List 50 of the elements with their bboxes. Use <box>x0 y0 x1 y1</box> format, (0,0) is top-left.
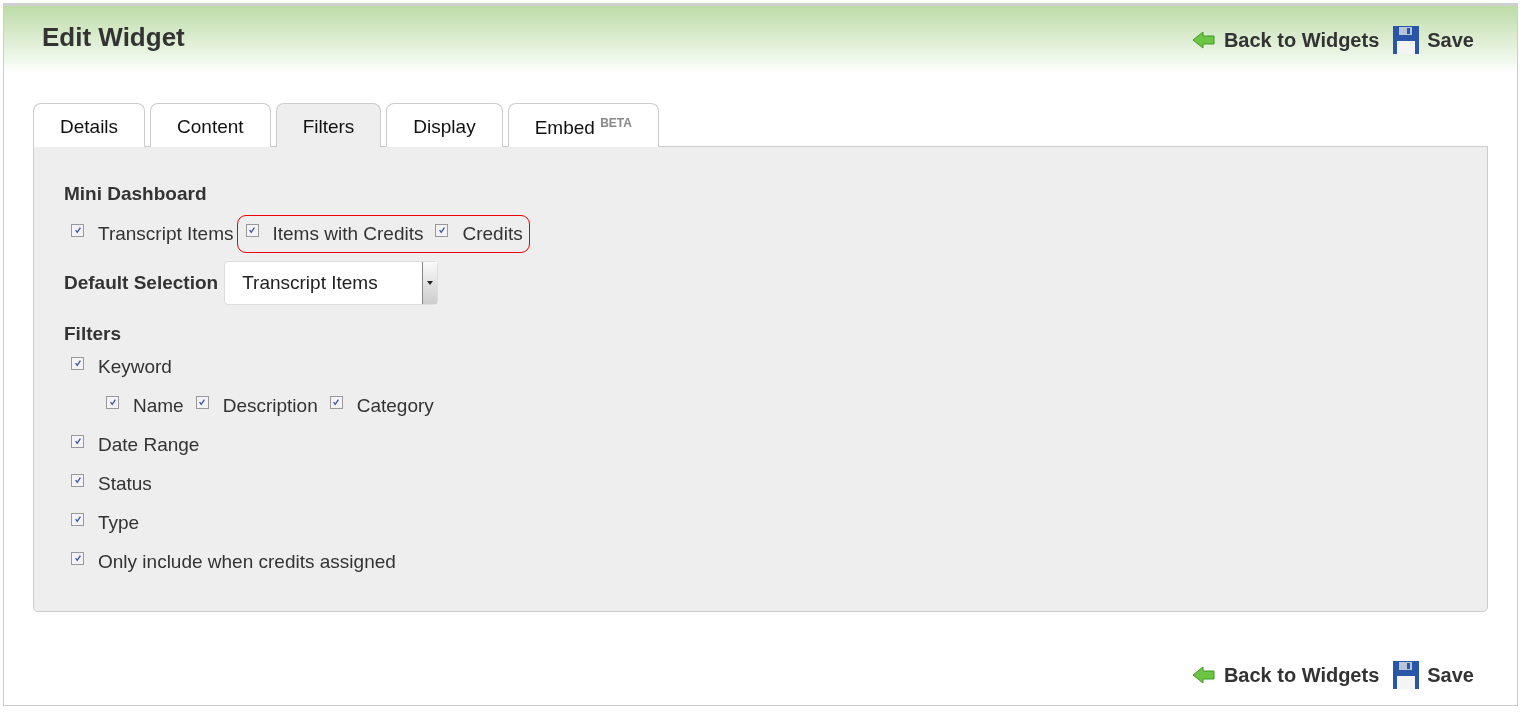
checkbox[interactable] <box>71 356 84 370</box>
checkbox-label: Status <box>98 473 152 495</box>
checkbox[interactable] <box>329 395 343 409</box>
checkbox-label: Only include when credits assigned <box>98 551 396 573</box>
tab[interactable]: Embed $^{BETA}$ <box>507 103 659 147</box>
back-link[interactable]: Back to Widgets <box>1191 28 1380 52</box>
left-arrow-icon <box>1191 665 1216 685</box>
left-arrow-icon <box>1191 30 1216 50</box>
back-link[interactable]: Back to Widgets <box>1191 663 1380 687</box>
check-icon <box>438 226 446 234</box>
checkbox[interactable] <box>71 223 84 237</box>
checkbox-label: Description <box>222 395 318 417</box>
tab[interactable]: Content <box>150 103 271 147</box>
tab[interactable]: Filters <box>275 103 382 147</box>
tab[interactable]: Display <box>386 103 503 147</box>
checkbox[interactable] <box>435 223 449 237</box>
checkbox[interactable] <box>195 395 209 409</box>
checkbox-label: Date Range <box>98 434 200 456</box>
check-icon <box>198 398 207 406</box>
save-link[interactable]: Save <box>1393 26 1474 54</box>
check-icon <box>73 515 82 523</box>
checkbox-label: Name <box>133 395 184 417</box>
check-icon <box>108 398 117 406</box>
check-icon <box>73 437 82 445</box>
checkbox-label: Transcript Items <box>98 223 234 245</box>
check-icon <box>248 226 256 234</box>
check-icon <box>73 226 82 234</box>
checkbox-label: Credits <box>462 223 523 245</box>
checkbox[interactable] <box>71 551 84 565</box>
field-label: Default Selection <box>64 272 219 294</box>
check-icon <box>332 398 341 406</box>
check-icon <box>73 359 82 367</box>
save-link[interactable]: Save <box>1393 661 1474 689</box>
page-title: Edit Widget <box>42 21 185 53</box>
checkbox-label: Keyword <box>98 356 172 378</box>
checkbox-label: Type <box>98 512 140 534</box>
dropdown[interactable]: Transcript Items <box>224 261 439 305</box>
checkbox-label: Category <box>356 395 434 417</box>
checkbox[interactable] <box>71 512 84 526</box>
section-heading: Mini Dashboard <box>64 183 208 205</box>
checkbox[interactable] <box>71 473 84 487</box>
tab[interactable]: Details <box>33 103 146 147</box>
check-icon <box>73 476 82 484</box>
checkbox[interactable] <box>245 223 259 237</box>
checkbox-label: Items with Credits <box>272 223 424 245</box>
caret-icon <box>427 281 434 285</box>
checkbox[interactable] <box>106 395 119 409</box>
section-heading: Filters <box>64 323 123 345</box>
check-icon <box>73 554 82 562</box>
checkbox[interactable] <box>71 434 84 448</box>
